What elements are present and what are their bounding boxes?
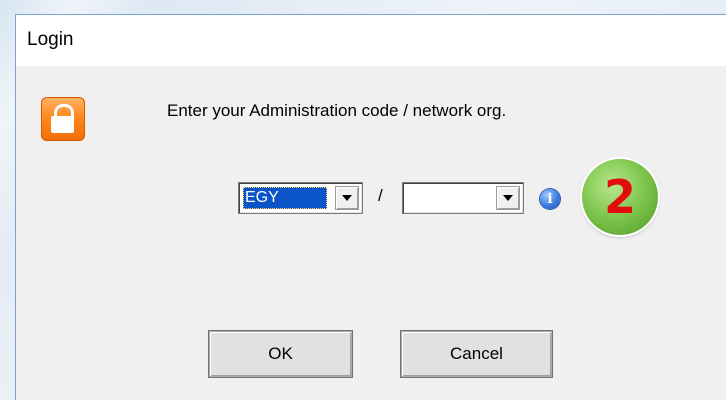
prompt-text: Enter your Administration code / network… bbox=[167, 101, 507, 120]
chevron-down-icon bbox=[503, 195, 513, 201]
title-bar[interactable]: Login bbox=[16, 15, 726, 66]
cancel-button[interactable]: Cancel bbox=[401, 331, 552, 377]
login-dialog: Login Enter your Administration code / n… bbox=[15, 14, 726, 400]
admin-code-dropdown[interactable]: EGY bbox=[238, 182, 363, 214]
lock-icon bbox=[41, 97, 85, 141]
network-org-dropdown-button[interactable] bbox=[496, 186, 520, 210]
network-org-value bbox=[407, 187, 491, 209]
chevron-down-icon bbox=[342, 195, 352, 201]
window-title: Login bbox=[27, 29, 74, 50]
ok-button[interactable]: OK bbox=[209, 331, 352, 377]
admin-code-dropdown-button[interactable] bbox=[335, 186, 359, 210]
code-separator: / bbox=[378, 186, 383, 205]
network-org-dropdown[interactable] bbox=[402, 182, 524, 214]
info-icon[interactable]: i bbox=[540, 189, 560, 209]
dialog-body: Enter your Administration code / network… bbox=[16, 66, 726, 400]
step-badge: 2 bbox=[582, 159, 658, 235]
admin-code-value: EGY bbox=[243, 187, 327, 209]
